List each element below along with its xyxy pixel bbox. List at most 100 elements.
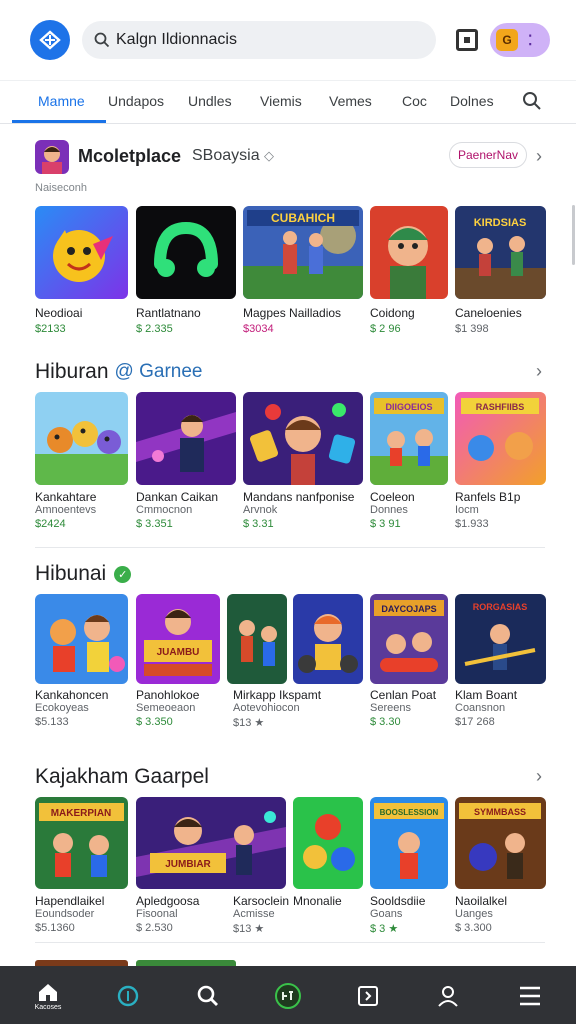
- app-price: $ 3.351: [136, 518, 173, 530]
- app-tile-image[interactable]: MAKERPIAN: [35, 797, 128, 889]
- svg-text:JUMBIAR: JUMBIAR: [165, 859, 211, 870]
- account-pill[interactable]: G ⁚: [490, 23, 550, 57]
- top-bar: G ⁚: [0, 0, 576, 80]
- app-name[interactable]: Neodioai: [35, 306, 82, 320]
- account-badge: G: [496, 29, 518, 51]
- app-tile-image[interactable]: JUMBIAR: [136, 797, 286, 889]
- app-name[interactable]: Coeleon: [370, 490, 415, 504]
- bottom-nav: Kacoses: [0, 966, 576, 1024]
- app-name[interactable]: Rantlatnano: [136, 306, 201, 320]
- app-name[interactable]: Dankan Caikan: [136, 490, 218, 504]
- app-price: $1 398: [455, 323, 489, 335]
- app-name[interactable]: Apledgoosa: [136, 894, 199, 908]
- svg-text:CUBAHICH: CUBAHICH: [271, 211, 335, 225]
- tab-coc[interactable]: Coc: [402, 81, 427, 124]
- app-tile-image[interactable]: RORGASIAS: [455, 594, 546, 684]
- app-tile-image[interactable]: [35, 206, 128, 299]
- marketplace-more-chevron-icon[interactable]: ›: [536, 146, 542, 167]
- app-price: $17 268: [455, 716, 495, 728]
- app-tile-image[interactable]: RASHFIIBS: [455, 392, 546, 485]
- section-more-chevron-icon[interactable]: ›: [536, 361, 542, 382]
- tab-updates[interactable]: Undapos: [108, 81, 164, 124]
- profile-icon: [438, 986, 458, 1007]
- app-category: Cmmocnon: [136, 504, 193, 516]
- app-tile-image[interactable]: [293, 797, 363, 889]
- app-tile-image[interactable]: CUBAHICH: [243, 206, 363, 299]
- marketplace-chip-button[interactable]: PaenerNav: [449, 142, 527, 168]
- app-category: Arvnok: [243, 504, 278, 516]
- app-tile-image[interactable]: DAYCOJAPS: [370, 594, 448, 684]
- app-name[interactable]: Mirkapp Ikspamt: [233, 688, 321, 702]
- app-name[interactable]: Mandans nanfponise: [243, 490, 354, 504]
- app-tile-image[interactable]: [136, 392, 236, 485]
- app-tile-image[interactable]: [293, 594, 363, 684]
- app-tile-image[interactable]: JUAMBU: [136, 594, 220, 684]
- tab-games[interactable]: Vemes: [329, 81, 372, 124]
- nav-games[interactable]: [268, 976, 308, 1016]
- app-tile-image[interactable]: [227, 594, 287, 684]
- app-name[interactable]: Panohlokoe: [136, 688, 199, 702]
- scan-icon[interactable]: [456, 29, 478, 51]
- tab-bundles[interactable]: Undles: [188, 81, 232, 124]
- app-name[interactable]: Klam Boant: [455, 688, 517, 702]
- active-tab-indicator: [12, 120, 106, 123]
- app-price: $ 2 96: [370, 323, 401, 335]
- app-tile-image[interactable]: KIRDSIAS: [455, 206, 546, 299]
- verified-icon: ◇: [264, 148, 275, 163]
- tab-dolnes[interactable]: Dolnes: [450, 81, 494, 124]
- section-divider: [35, 547, 545, 548]
- app-name[interactable]: Magpes Nailladios: [243, 306, 341, 320]
- app-name[interactable]: Caneloenies: [455, 306, 522, 320]
- nav-search[interactable]: [188, 976, 228, 1016]
- app-category: Fisoonal: [136, 908, 178, 920]
- app-name[interactable]: Mnonalie: [293, 894, 342, 908]
- app-category: Sereens: [370, 702, 411, 714]
- section-title: Kajakham Gaarpel: [35, 765, 209, 788]
- search-bar[interactable]: [82, 21, 436, 59]
- app-tile-image[interactable]: [136, 206, 236, 299]
- menu-icon: [520, 986, 540, 1006]
- category-tabs: Mamne Undapos Undles Viemis Vemes Coc Do…: [0, 80, 576, 124]
- app-name[interactable]: Sooldsdiie: [370, 894, 425, 908]
- search-input[interactable]: [116, 31, 416, 49]
- app-name[interactable]: Kankahtare: [35, 490, 96, 504]
- app-logo-icon[interactable]: [30, 20, 70, 60]
- section-header[interactable]: Kajakham Gaarpel: [35, 765, 209, 789]
- app-name[interactable]: Coidong: [370, 306, 415, 320]
- app-name[interactable]: Ranfels B1p: [455, 490, 520, 504]
- app-tile-image[interactable]: [35, 594, 128, 684]
- tab-search-icon[interactable]: [522, 91, 542, 111]
- marketplace-subtitle-text: SBoaysia: [192, 147, 260, 164]
- app-name[interactable]: Kankahoncen: [35, 688, 108, 702]
- app-name[interactable]: Hapendlaikel: [35, 894, 104, 908]
- app-tile-image[interactable]: [370, 206, 448, 299]
- nav-profile[interactable]: [428, 976, 468, 1016]
- app-name[interactable]: Karsoclein: [233, 894, 289, 908]
- app-price: $5.1360: [35, 922, 75, 934]
- section-more-chevron-icon[interactable]: ›: [536, 766, 542, 787]
- nav-discover[interactable]: [108, 976, 148, 1016]
- app-name[interactable]: Naoilalkel: [455, 894, 507, 908]
- app-price: $1.933: [455, 518, 489, 530]
- section-header[interactable]: Hibunai ✓: [35, 562, 132, 586]
- app-tile-image[interactable]: [243, 392, 363, 485]
- section-header[interactable]: Hiburan @ Garnee: [35, 360, 203, 384]
- app-category: Donnes: [370, 504, 408, 516]
- nav-menu[interactable]: [510, 976, 550, 1016]
- app-tile-image[interactable]: SYMMBASS: [455, 797, 546, 889]
- app-tile-image[interactable]: DIIGOEIOS: [370, 392, 448, 485]
- nav-library[interactable]: [348, 976, 388, 1016]
- svg-text:MAKERPIAN: MAKERPIAN: [51, 808, 112, 819]
- app-tile-image[interactable]: [35, 392, 128, 485]
- tab-home[interactable]: Mamne: [38, 81, 85, 124]
- app-tile-image[interactable]: BOOSLESSION: [370, 797, 448, 889]
- scrollbar-thumb[interactable]: [572, 205, 575, 265]
- nav-home[interactable]: Kacoses: [28, 976, 68, 1016]
- more-dots-icon: ⁚: [528, 31, 533, 48]
- marketplace-subtitle: SBoaysia ◇: [192, 147, 274, 165]
- app-name[interactable]: Cenlan Poat: [370, 688, 436, 702]
- app-price: $ 3.350: [136, 716, 173, 728]
- app-category: Coansnon: [455, 702, 506, 714]
- app-category: Goans: [370, 908, 403, 920]
- tab-views[interactable]: Viemis: [260, 81, 302, 124]
